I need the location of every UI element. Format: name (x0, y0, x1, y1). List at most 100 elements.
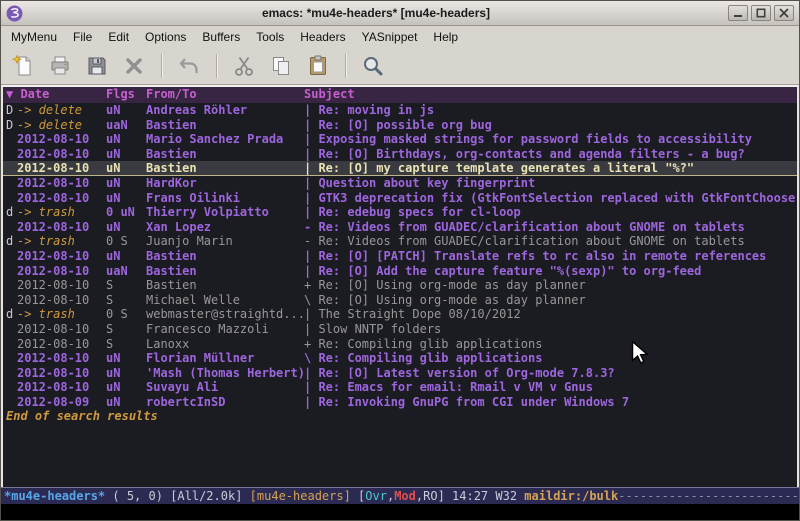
message-date: -> trash (17, 205, 106, 220)
search-button[interactable] (357, 51, 389, 81)
toolbar-separator (345, 54, 347, 78)
buffer-area[interactable]: ▼ Date Flgs From/To Subject D-> deleteuN… (1, 85, 799, 487)
message-mark: d (6, 307, 17, 322)
message-date: 2012-08-10 (17, 380, 106, 395)
maximize-button[interactable] (751, 5, 771, 21)
message-flags: uN (106, 366, 146, 381)
close-buffer-button[interactable] (118, 51, 150, 81)
message-subject: - Re: Videos from GUADEC/clarification a… (304, 234, 797, 249)
cut-button[interactable] (228, 51, 260, 81)
new-file-icon (11, 54, 35, 78)
save-icon (85, 54, 109, 78)
message-mark (6, 161, 17, 175)
message-flags: S (106, 322, 146, 337)
message-mark (6, 191, 17, 206)
modeline-segment-plain: 14:27 (452, 489, 495, 503)
save-button[interactable] (81, 51, 113, 81)
message-row[interactable]: 2012-08-10uNHardKor| Question about key … (3, 176, 797, 191)
message-subject: | Re: [O] Add the capture feature "%(sex… (304, 264, 797, 279)
message-from: Mario Sanchez Prada (146, 132, 304, 147)
close-button[interactable] (774, 5, 794, 21)
message-from: Michael Welle (146, 293, 304, 308)
message-row[interactable]: 2012-08-10SMichael Welle\ Re: [O] Using … (3, 293, 797, 308)
message-from: Bastien (146, 278, 304, 293)
menu-item-file[interactable]: File (65, 27, 100, 47)
message-subject: | Re: [O] my capture template generates … (304, 161, 797, 175)
new-file-button[interactable] (7, 51, 39, 81)
column-date: ▼ Date (6, 87, 106, 103)
message-row[interactable]: 2012-08-10SBastien+ Re: [O] Using org-mo… (3, 278, 797, 293)
message-flags: uN (106, 220, 146, 235)
message-from: Bastien (146, 118, 304, 133)
message-flags: 0 S (106, 234, 146, 249)
undo-icon (177, 54, 201, 78)
menu-item-buffers[interactable]: Buffers (194, 27, 248, 47)
message-subject: - Re: Videos from GUADEC/clarification a… (304, 220, 797, 235)
menu-item-tools[interactable]: Tools (248, 27, 292, 47)
message-row[interactable]: 2012-08-10uNBastien| Re: [O] my capture … (3, 161, 797, 176)
message-flags: uN (106, 249, 146, 264)
modeline-segment-buffer: *mu4e-headers* (4, 489, 105, 503)
paste-button[interactable] (302, 51, 334, 81)
menu-item-options[interactable]: Options (137, 27, 194, 47)
modeline-segment-path: maildir:/bulk (524, 489, 618, 503)
copy-button[interactable] (265, 51, 297, 81)
message-row[interactable]: 2012-08-10uNBastien| Re: [O] Birthdays, … (3, 147, 797, 162)
message-mark: D (6, 118, 17, 133)
message-subject: | Question about key fingerprint (304, 176, 797, 191)
message-row[interactable]: 2012-08-10uNFlorian Müllner\ Re: Compili… (3, 351, 797, 366)
message-row[interactable]: 2012-08-10uNMario Sanchez Prada| Exposin… (3, 132, 797, 147)
open-file-button[interactable] (44, 51, 76, 81)
message-date: 2012-08-09 (17, 395, 106, 410)
menu-item-headers[interactable]: Headers (292, 27, 353, 47)
message-from: Lanoxx (146, 337, 304, 352)
message-from: 'Mash (Thomas Herbert) (146, 366, 304, 381)
message-row[interactable]: 2012-08-10SFrancesco Mazzoli| Slow NNTP … (3, 322, 797, 337)
message-subject: + Re: Compiling glib applications (304, 337, 797, 352)
message-mark (6, 176, 17, 191)
message-flags: uN (106, 161, 146, 175)
message-row[interactable]: 2012-08-09uNrobertcInSD| Re: Invoking Gn… (3, 395, 797, 410)
message-mark (6, 132, 17, 147)
menu-item-yasnippet[interactable]: YASnippet (354, 27, 426, 47)
close-icon (779, 8, 789, 18)
message-row[interactable]: 2012-08-10uNFrans Oilinki| GTK3 deprecat… (3, 191, 797, 206)
modeline-segment-plain: [All/2.0k] (170, 489, 249, 503)
message-mark (6, 380, 17, 395)
toolbar-separator (216, 54, 218, 78)
message-row[interactable]: 2012-08-10SLanoxx+ Re: Compiling glib ap… (3, 337, 797, 352)
message-date: 2012-08-10 (17, 337, 106, 352)
message-row[interactable]: D-> deleteuaNBastien| Re: [O] possible o… (3, 118, 797, 133)
message-row[interactable]: d-> trash0 SJuanjo Marin- Re: Videos fro… (3, 234, 797, 249)
menu-item-help[interactable]: Help (425, 27, 466, 47)
message-subject: | Exposing masked strings for password f… (304, 132, 797, 147)
message-date: -> trash (17, 234, 106, 249)
message-row[interactable]: 2012-08-10uNXan Lopez- Re: Videos from G… (3, 220, 797, 235)
message-flags: uN (106, 132, 146, 147)
message-subject: | GTK3 deprecation fix (GtkFontSelection… (304, 191, 797, 206)
menu-item-edit[interactable]: Edit (100, 27, 137, 47)
paste-icon (306, 54, 330, 78)
mode-line[interactable]: *mu4e-headers* ( 5, 0) [All/2.0k] [mu4e-… (1, 487, 799, 504)
modeline-segment-plain: RO (423, 489, 437, 503)
menu-item-mymenu[interactable]: MyMenu (3, 27, 65, 47)
minibuffer[interactable] (1, 504, 799, 520)
message-row[interactable]: 2012-08-10uN'Mash (Thomas Herbert)| Re: … (3, 366, 797, 381)
cut-icon (232, 54, 256, 78)
message-row[interactable]: d-> trash0 uNThierry Volpiatto| Re: edeb… (3, 205, 797, 220)
message-date: -> delete (17, 118, 106, 133)
minimize-button[interactable] (728, 5, 748, 21)
message-flags: uN (106, 147, 146, 162)
message-from: webmaster@straightd... (146, 307, 304, 322)
message-row[interactable]: d-> trash0 Swebmaster@straightd...| The … (3, 307, 797, 322)
message-row[interactable]: 2012-08-10uNSuvayu Ali| Re: Emacs for em… (3, 380, 797, 395)
titlebar[interactable]: emacs: *mu4e-headers* [mu4e-headers] (1, 1, 799, 26)
maximize-icon (756, 8, 766, 18)
message-flags: S (106, 278, 146, 293)
message-row[interactable]: 2012-08-10uNBastien| Re: [O] [PATCH] Tra… (3, 249, 797, 264)
message-row[interactable]: D-> deleteuNAndreas Röhler| Re: moving i… (3, 103, 797, 118)
message-mark (6, 351, 17, 366)
message-mark (6, 322, 17, 337)
message-row[interactable]: 2012-08-10uaNBastien| Re: [O] Add the ca… (3, 264, 797, 279)
undo-button[interactable] (173, 51, 205, 81)
